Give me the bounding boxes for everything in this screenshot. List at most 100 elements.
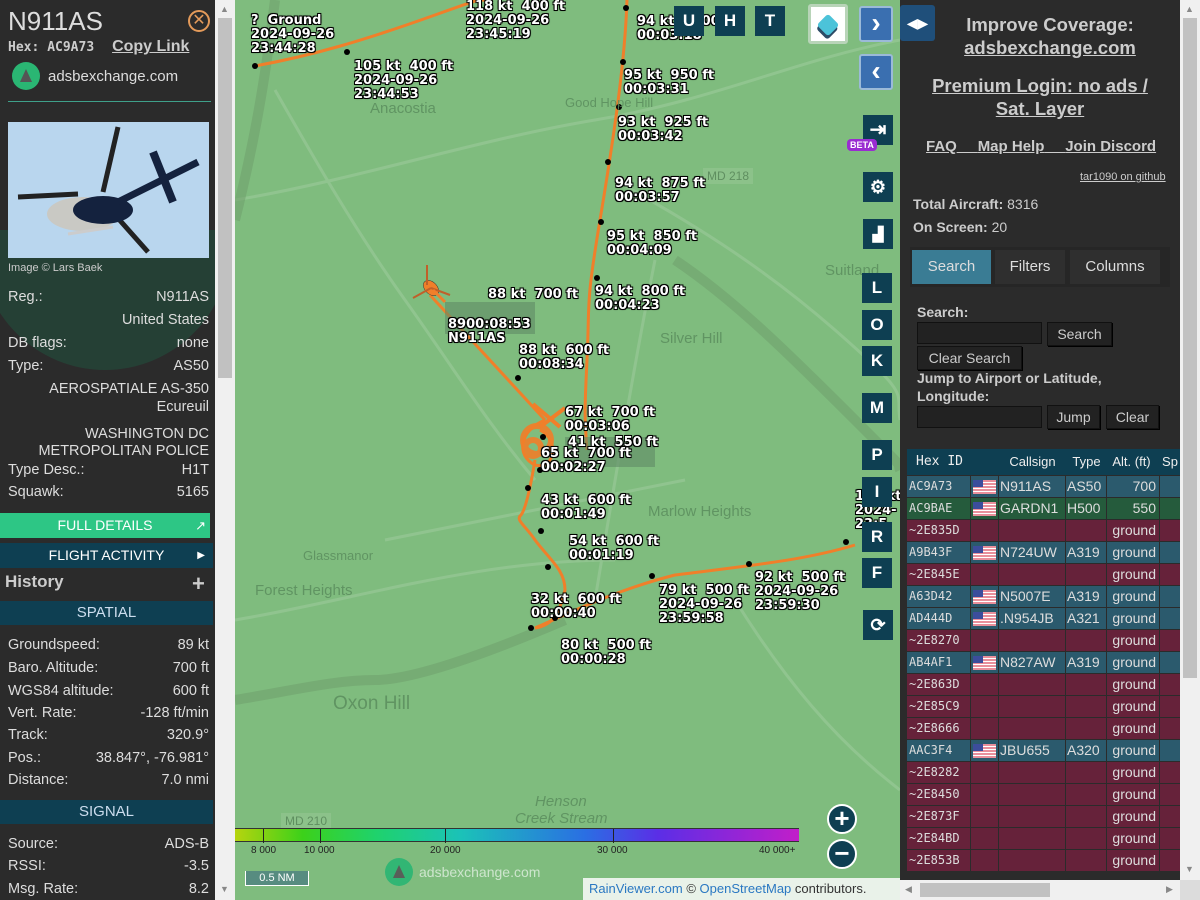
on-screen-label: On Screen:: [913, 219, 988, 235]
jump-label-2: Longitude:: [917, 388, 990, 404]
history-heading[interactable]: History: [5, 572, 64, 592]
discord-link[interactable]: Join Discord: [1065, 138, 1156, 155]
track-point-label: 93 kt 925 ft 00:03:42: [618, 115, 709, 144]
search-input[interactable]: [917, 322, 1042, 344]
info-value: 8.2: [188, 881, 209, 897]
premium-login-link[interactable]: Premium Login: no ads /: [900, 75, 1180, 97]
adsbexchange-link[interactable]: adsbexchange.com: [900, 37, 1180, 59]
map-button-l[interactable]: L: [862, 273, 892, 303]
github-link[interactable]: tar1090 on github: [1080, 171, 1166, 183]
collapse-panel-button[interactable]: ‹: [859, 54, 893, 90]
cell-alt: ground: [1107, 850, 1159, 871]
cell-speed: [1160, 652, 1180, 673]
map-button-f[interactable]: F: [862, 558, 892, 588]
right-panel-scrollbar[interactable]: ▲ ▼: [1180, 0, 1200, 880]
openstreetmap-link[interactable]: OpenStreetMap: [700, 881, 792, 896]
map-help-link[interactable]: Map Help: [978, 138, 1045, 155]
map-button-k[interactable]: K: [862, 346, 892, 376]
table-horizontal-scrollbar[interactable]: ◀ ▶: [900, 880, 1180, 900]
table-row[interactable]: AC9A73 N911AS AS50 700: [907, 476, 1180, 498]
scroll-right-icon[interactable]: ▶: [1166, 884, 1173, 895]
scrollbar-thumb[interactable]: [218, 18, 232, 378]
zoom-out-button[interactable]: −: [827, 839, 857, 869]
cell-callsign: [999, 828, 1065, 849]
flight-activity-button[interactable]: FLIGHT ACTIVITY ▶: [0, 543, 213, 568]
scroll-up-icon[interactable]: ▲: [220, 4, 229, 14]
table-row[interactable]: AC9BAE GARDN1 H500 550: [907, 498, 1180, 520]
table-row[interactable]: AB4AF1 N827AW A319 ground: [907, 652, 1180, 674]
scroll-down-icon[interactable]: ▼: [220, 884, 229, 894]
map-button-m[interactable]: M: [862, 393, 892, 423]
column-header[interactable]: Callsign: [999, 449, 1065, 475]
leaderboard-icon[interactable]: ▟: [863, 219, 893, 249]
close-icon[interactable]: ✕: [188, 10, 210, 32]
scroll-down-icon[interactable]: ▼: [1185, 864, 1194, 874]
settings-gear-icon[interactable]: ⚙: [863, 172, 893, 202]
jump-button[interactable]: Jump: [1047, 405, 1100, 429]
clear-button[interactable]: Clear: [1106, 405, 1159, 429]
jump-input[interactable]: [917, 406, 1042, 428]
layers-button[interactable]: [808, 4, 848, 44]
table-row[interactable]: A63D42 N5007E A319 ground: [907, 586, 1180, 608]
info-value: H1T: [181, 462, 209, 478]
tab-search[interactable]: Search: [912, 250, 991, 284]
tab-columns[interactable]: Columns: [1070, 250, 1160, 284]
map-button-h[interactable]: H: [715, 6, 745, 36]
table-row[interactable]: ~2E853B ground: [907, 850, 1180, 872]
cell-type: A321: [1066, 608, 1106, 629]
map-button-i[interactable]: I: [862, 477, 892, 507]
cell-alt: ground: [1107, 828, 1159, 849]
table-row[interactable]: ~2E84BD ground: [907, 828, 1180, 850]
expand-panel-button[interactable]: ›: [859, 6, 893, 42]
aircraft-photo[interactable]: [8, 122, 209, 258]
zoom-in-button[interactable]: +: [827, 804, 857, 834]
map-button-r[interactable]: R: [862, 522, 892, 552]
brand-link[interactable]: adsbexchange.com: [12, 62, 178, 90]
cell-alt: ground: [1107, 806, 1159, 827]
table-row[interactable]: ~2E835D ground: [907, 520, 1180, 542]
expand-plus-icon[interactable]: +: [192, 571, 205, 597]
place-label: Marlow Heights: [648, 503, 752, 520]
table-row[interactable]: ~2E8270 ground: [907, 630, 1180, 652]
map-button-o[interactable]: O: [862, 310, 892, 340]
table-row[interactable]: ~2E8666 ground: [907, 718, 1180, 740]
copy-link[interactable]: Copy Link: [112, 38, 189, 55]
adsbexchange-logo-icon: [385, 858, 413, 886]
tab-filters[interactable]: Filters: [995, 250, 1065, 284]
scroll-up-icon[interactable]: ▲: [1185, 4, 1194, 14]
rainviewer-link[interactable]: RainViewer.com: [589, 881, 683, 896]
table-row[interactable]: AAC3F4 JBU655 A320 ground: [907, 740, 1180, 762]
table-row[interactable]: ~2E8282 ground: [907, 762, 1180, 784]
map-view[interactable]: Anacostia Good Hope Hill Suitland Silver…: [235, 0, 900, 900]
table-row[interactable]: ~2E85C9 ground: [907, 696, 1180, 718]
table-row[interactable]: ~2E845E ground: [907, 564, 1180, 586]
aircraft-callsign: N911AS: [8, 6, 103, 36]
search-button[interactable]: Search: [1047, 322, 1112, 346]
track-point-label: 92 kt 500 ft 2024-09-26 23:59:30: [755, 570, 846, 613]
column-header[interactable]: Alt. (ft): [1107, 449, 1159, 475]
scroll-left-icon[interactable]: ◀: [905, 884, 912, 895]
cell-flag: [971, 784, 998, 805]
column-header[interactable]: Sp: [1160, 449, 1180, 475]
scrollbar-thumb[interactable]: [920, 883, 1050, 897]
us-flag-icon: [973, 546, 996, 560]
full-details-button[interactable]: FULL DETAILS ↗: [0, 513, 210, 538]
scrollbar-thumb[interactable]: [1183, 18, 1197, 678]
image-credit: Image © Lars Baek: [8, 262, 103, 274]
left-panel-scrollbar[interactable]: ▲ ▼: [215, 0, 235, 900]
premium-login-link-2[interactable]: Sat. Layer: [900, 98, 1180, 120]
map-button-u[interactable]: U: [674, 6, 704, 36]
column-header[interactable]: Hex ID: [907, 449, 970, 475]
table-row[interactable]: A9B43F N724UW A319 ground: [907, 542, 1180, 564]
map-button-p[interactable]: P: [862, 440, 892, 470]
faq-link[interactable]: FAQ: [926, 138, 957, 155]
column-header[interactable]: [971, 449, 998, 475]
table-row[interactable]: ~2E873F ground: [907, 806, 1180, 828]
table-row[interactable]: AD444D .N954JB A321 ground: [907, 608, 1180, 630]
map-button-t[interactable]: T: [755, 6, 785, 36]
table-row[interactable]: ~2E8450 ground: [907, 784, 1180, 806]
column-header[interactable]: Type: [1066, 449, 1106, 475]
table-row[interactable]: ~2E863D ground: [907, 674, 1180, 696]
replay-icon[interactable]: ⟳: [863, 610, 893, 640]
clear-search-button[interactable]: Clear Search: [917, 346, 1022, 370]
